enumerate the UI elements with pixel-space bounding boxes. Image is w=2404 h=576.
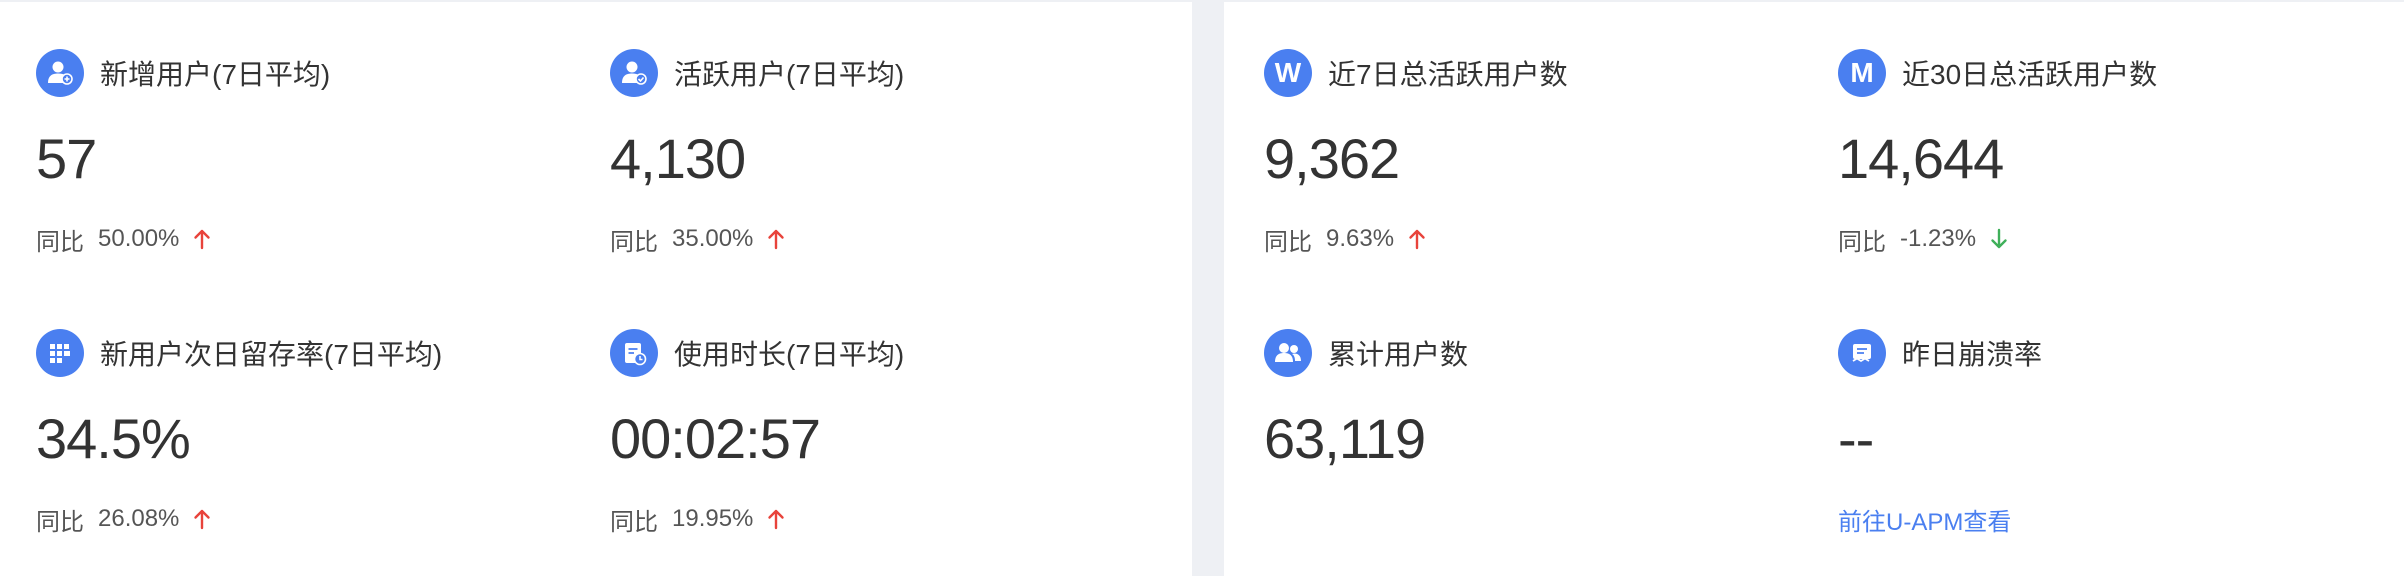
user-add-icon [36, 49, 84, 97]
go-to-uapm-link[interactable]: 前往U-APM查看 [1838, 502, 2011, 537]
yoy-label: 同比 [610, 228, 658, 256]
metric-comparison: 同比 26.08% [36, 499, 211, 539]
metric-value: 4,130 [610, 127, 746, 190]
metric-title: 近7日总活跃用户数 [1328, 59, 1568, 90]
metric-card-monthly-active: M 近30日总活跃用户数 14,644 同比 -1.23% [1838, 49, 2358, 289]
metric-value: 9,362 [1264, 127, 1400, 190]
metric-title: 使用时长(7日平均) [674, 339, 905, 370]
metric-comparison: 同比 -1.23% [1838, 219, 2008, 259]
metric-title: 新用户次日留存率(7日平均) [100, 339, 443, 370]
metric-card-total-users: 累计用户数 63,119 [1264, 329, 1784, 569]
yoy-change-value: 9.63% [1326, 225, 1395, 252]
yoy-change-value: -1.23% [1900, 225, 1977, 252]
metric-card-retention: 新用户次日留存率(7日平均) 34.5% 同比 26.08% [36, 329, 556, 569]
arrow-up-icon [1408, 228, 1426, 250]
weekly-letter-icon: W [1264, 49, 1312, 97]
active-users-panel: W 近7日总活跃用户数 9,362 同比 9.63% M 近30日总活跃用户数 … [1224, 2, 2404, 576]
metric-title: 新增用户(7日平均) [100, 59, 331, 90]
yoy-label: 同比 [36, 228, 84, 256]
metric-title: 累计用户数 [1328, 339, 1469, 370]
yoy-change-value: 19.95% [672, 505, 754, 532]
metric-comparison: 同比 9.63% [1264, 219, 1426, 259]
arrow-up-icon [767, 508, 785, 530]
yoy-label: 同比 [36, 508, 84, 536]
metric-value: 63,119 [1264, 407, 1426, 470]
metric-card-active-users: 活跃用户(7日平均) 4,130 同比 35.00% [610, 49, 1130, 289]
metric-title: 近30日总活跃用户数 [1902, 59, 2158, 90]
metric-comparison: 同比 19.95% [610, 499, 785, 539]
metric-value: -- [1838, 407, 1874, 470]
arrow-up-icon [767, 228, 785, 250]
metric-title: 活跃用户(7日平均) [674, 59, 905, 90]
retention-grid-icon [36, 329, 84, 377]
monthly-letter-icon: M [1838, 49, 1886, 97]
yoy-label: 同比 [1838, 228, 1886, 256]
metric-value: 57 [36, 127, 97, 190]
metric-value: 34.5% [36, 407, 191, 470]
arrow-down-icon [1990, 228, 2008, 250]
arrow-up-icon [193, 508, 211, 530]
metric-title: 昨日崩溃率 [1902, 339, 2043, 370]
metric-card-new-users: 新增用户(7日平均) 57 同比 50.00% [36, 49, 556, 289]
metric-link-row: 前往U-APM查看 [1838, 499, 2011, 539]
arrow-up-icon [193, 228, 211, 250]
metric-card-weekly-active: W 近7日总活跃用户数 9,362 同比 9.63% [1264, 49, 1784, 289]
metric-comparison: 同比 35.00% [610, 219, 785, 259]
user-active-icon [610, 49, 658, 97]
metric-card-usage-duration: 使用时长(7日平均) 00:02:57 同比 19.95% [610, 329, 1130, 569]
users-group-icon [1264, 329, 1312, 377]
metric-value: 00:02:57 [610, 407, 821, 470]
core-metrics-panel: 新增用户(7日平均) 57 同比 50.00% 活跃用户(7日平均) 4,130 [0, 2, 1192, 576]
yoy-change-value: 50.00% [98, 225, 180, 252]
yoy-change-value: 26.08% [98, 505, 180, 532]
metric-value: 14,644 [1838, 127, 2004, 190]
metric-card-crash-rate: 昨日崩溃率 -- 前往U-APM查看 [1838, 329, 2358, 569]
yoy-label: 同比 [610, 508, 658, 536]
duration-document-icon [610, 329, 658, 377]
yoy-change-value: 35.00% [672, 225, 754, 252]
crash-report-icon [1838, 329, 1886, 377]
yoy-label: 同比 [1264, 228, 1312, 256]
metric-comparison: 同比 50.00% [36, 219, 211, 259]
